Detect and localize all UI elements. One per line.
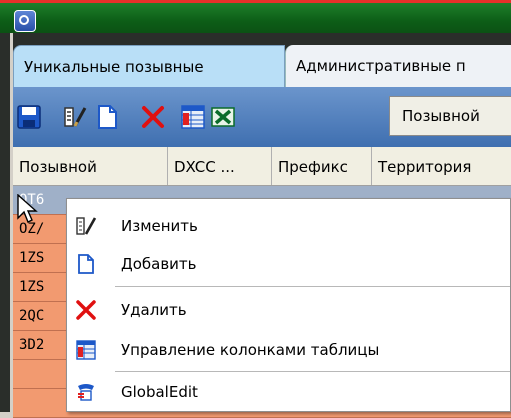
export-excel-button[interactable]: [209, 103, 237, 131]
toolbar: Позывной: [13, 87, 511, 148]
menu-item-global-edit[interactable]: GlobalEdit: [67, 373, 510, 411]
menu-item-label: GlobalEdit: [121, 383, 198, 401]
delete-icon: [142, 106, 164, 128]
menu-item-label: Добавить: [121, 255, 197, 273]
save-icon: [17, 105, 41, 129]
window-frame-top: [0, 33, 511, 45]
window-frame-left: [0, 33, 10, 412]
delete-icon: [76, 300, 96, 320]
table-header: Позывной DXCC ... Префикс Территория: [13, 147, 511, 186]
tab-unique-callsigns[interactable]: Уникальные позывные: [13, 45, 285, 87]
search-field-selector[interactable]: Позывной: [389, 96, 511, 136]
column-header-callsign[interactable]: Позывной: [13, 147, 168, 185]
menu-item-edit[interactable]: Изменить: [67, 207, 510, 245]
menu-item-label: Удалить: [121, 301, 187, 319]
callsign-cell: 1ZS: [19, 250, 45, 266]
context-menu: Изменить Добавить Удалить Управление кол…: [66, 198, 511, 412]
save-button[interactable]: [15, 103, 43, 131]
delete-button[interactable]: [139, 103, 167, 131]
global-edit-icon: [78, 384, 94, 401]
tab-administrative[interactable]: Административные п: [285, 45, 511, 87]
menu-item-manage-columns[interactable]: Управление колонками таблицы: [67, 331, 510, 369]
edit-icon: [76, 217, 97, 235]
menu-separator: [115, 286, 510, 287]
edit-button[interactable]: [61, 103, 89, 131]
edit-icon: [64, 107, 87, 127]
new-button[interactable]: [93, 103, 121, 131]
menu-item-label: Изменить: [121, 217, 198, 235]
menu-item-label: Управление колонками таблицы: [121, 341, 380, 359]
menu-item-delete[interactable]: Удалить: [67, 291, 510, 329]
title-bar[interactable]: [0, 3, 511, 33]
column-header-territory[interactable]: Территория: [372, 147, 511, 185]
callsign-cell: 3D2: [19, 337, 45, 353]
column-header-dxcc[interactable]: DXCC ...: [168, 147, 272, 185]
excel-icon: [211, 107, 235, 127]
column-header-prefix[interactable]: Префикс: [272, 147, 372, 185]
columns-icon: [181, 105, 205, 129]
new-document-icon: [78, 254, 94, 274]
columns-icon: [76, 340, 96, 360]
callsign-cell: 1ZS: [19, 279, 45, 295]
menu-item-add[interactable]: Добавить: [67, 245, 510, 283]
app-logo-icon[interactable]: [14, 10, 36, 32]
callsign-cell: 2QC: [19, 308, 45, 324]
mouse-cursor-icon: [17, 194, 38, 223]
new-document-icon: [98, 105, 117, 129]
menu-separator: [115, 371, 510, 372]
tab-bar: Уникальные позывные Административные п: [13, 45, 511, 87]
columns-button[interactable]: [179, 103, 207, 131]
